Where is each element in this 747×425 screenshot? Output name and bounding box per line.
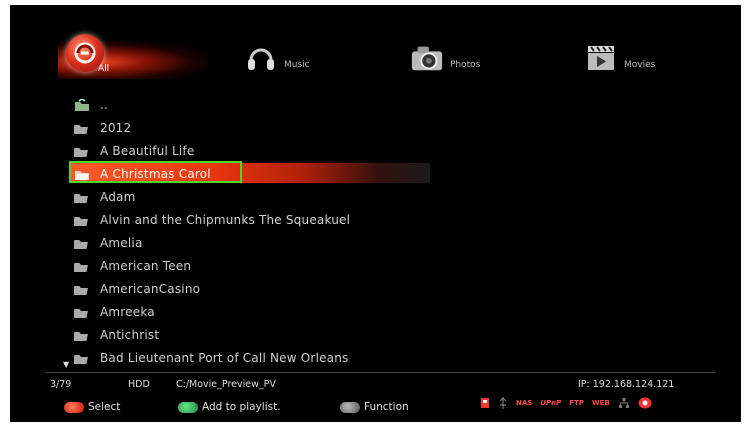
red-button-icon xyxy=(64,401,84,413)
list-item-label: A Christmas Carol xyxy=(100,166,211,181)
tab-music-label: Music xyxy=(284,60,310,70)
media-browser-screen: All Music Photos Movies .. 2012 A Beauti… xyxy=(10,5,741,422)
list-item[interactable]: Amreeka xyxy=(70,300,430,323)
network-icon xyxy=(618,398,629,408)
ftp-icon: FTP xyxy=(569,399,584,407)
camera-icon xyxy=(410,41,444,75)
folder-icon xyxy=(74,193,88,203)
scroll-down-arrow-icon[interactable]: ▼ xyxy=(63,360,69,369)
list-item-label: American Teen xyxy=(100,258,192,273)
storage-device: HDD xyxy=(128,379,150,390)
tab-movies-label: Movies xyxy=(624,60,656,70)
tab-photos[interactable]: Photos xyxy=(410,33,480,83)
tab-all-label: All xyxy=(98,64,110,74)
function-button[interactable]: Function xyxy=(340,399,409,415)
tab-music[interactable]: Music xyxy=(244,33,310,83)
headphones-icon xyxy=(244,41,278,75)
folder-icon xyxy=(74,354,88,364)
list-item-parent[interactable]: .. xyxy=(70,93,430,116)
folder-icon xyxy=(74,262,88,272)
list-item-label: Amreeka xyxy=(100,304,155,319)
usb-icon xyxy=(499,397,507,409)
folder-icon xyxy=(74,124,88,134)
card-icon xyxy=(481,398,489,408)
list-item[interactable]: AmericanCasino xyxy=(70,277,430,300)
list-item-label: AmericanCasino xyxy=(100,281,201,296)
nas-icon: NAS xyxy=(516,399,533,407)
list-item-label: Antichrist xyxy=(100,327,160,342)
folder-icon xyxy=(74,147,88,157)
list-item-label: Adam xyxy=(100,189,136,204)
list-item[interactable]: Alvin and the Chipmunks The Squeakuel xyxy=(70,208,430,231)
folder-icon xyxy=(74,285,88,295)
media-logo-icon xyxy=(638,397,652,409)
list-item[interactable]: American Teen xyxy=(70,254,430,277)
list-item-label: Bad Lieutenant Port of Call New Orleans xyxy=(100,350,349,365)
function-label: Function xyxy=(364,401,409,413)
current-path: C:/Movie_Preview_PV xyxy=(176,379,276,390)
folder-open-icon xyxy=(75,170,89,180)
list-item[interactable]: Bad Lieutenant Port of Call New Orleans xyxy=(70,346,430,369)
list-item[interactable]: A Beautiful Life xyxy=(70,139,430,162)
tab-all[interactable]: All xyxy=(50,33,210,83)
list-item-selected[interactable]: A Christmas Carol xyxy=(69,161,430,185)
green-button-icon xyxy=(178,401,198,413)
list-item[interactable]: 2012 xyxy=(70,116,430,139)
add-to-playlist-label: Add to playlist. xyxy=(202,401,281,413)
movie-clapper-icon xyxy=(584,41,618,75)
list-item-label: 2012 xyxy=(100,120,132,135)
folder-icon xyxy=(74,239,88,249)
list-item-label: Alvin and the Chipmunks The Squeakuel xyxy=(100,212,351,227)
folder-icon xyxy=(74,331,88,341)
list-item-label: .. xyxy=(100,97,109,112)
list-item-label: A Beautiful Life xyxy=(100,143,195,158)
upnp-icon: UPnP xyxy=(540,399,562,407)
ip-address: IP: 192.168.124.121 xyxy=(578,379,675,390)
list-item[interactable]: Antichrist xyxy=(70,323,430,346)
tab-photos-label: Photos xyxy=(450,60,481,70)
system-status-icons: NAS UPnP FTP WEB xyxy=(480,397,652,409)
tab-movies[interactable]: Movies xyxy=(584,33,655,83)
file-list: .. 2012 A Beautiful Life A Christmas Car… xyxy=(69,93,430,369)
status-divider xyxy=(46,372,716,373)
folder-icon xyxy=(74,216,88,226)
select-button[interactable]: Select xyxy=(64,399,120,415)
web-icon: WEB xyxy=(591,399,610,407)
select-label: Select xyxy=(88,401,121,413)
list-item-label: Amelia xyxy=(100,235,143,250)
parent-folder-icon xyxy=(75,98,89,111)
item-position: 3/79 xyxy=(50,379,72,390)
folder-icon xyxy=(74,308,88,318)
gray-button-icon xyxy=(340,401,360,413)
add-to-playlist-button[interactable]: Add to playlist. xyxy=(178,399,281,415)
list-item[interactable]: Amelia xyxy=(70,231,430,254)
list-item[interactable]: Adam xyxy=(70,185,430,208)
